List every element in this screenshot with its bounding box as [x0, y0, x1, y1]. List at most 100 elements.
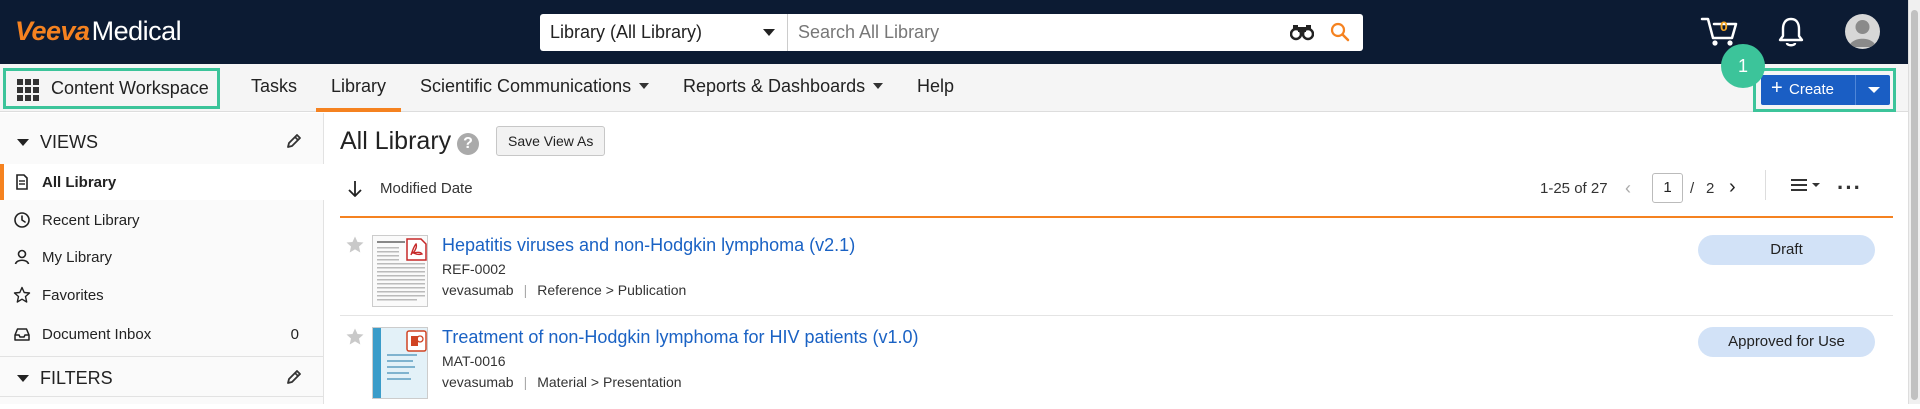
sort-field-label[interactable]: Modified Date — [380, 180, 473, 197]
document-icon — [13, 173, 31, 191]
pencil-icon[interactable] — [285, 132, 303, 155]
filters-header-label: FILTERS — [40, 368, 113, 388]
logo-product: Medical — [91, 16, 182, 46]
list-view-menu-icon[interactable] — [1790, 177, 1826, 200]
save-view-as-button[interactable]: Save View As — [496, 126, 606, 156]
workspace-label: Content Workspace — [51, 78, 209, 98]
page-separator: / — [1690, 180, 1695, 197]
search-scope-select[interactable]: Library (All Library) — [540, 14, 788, 51]
tab-tasks[interactable]: Tasks — [251, 64, 297, 112]
search-scope-label: Library (All Library) — [550, 22, 703, 42]
collapse-triangle-icon — [17, 375, 29, 382]
inbox-count: 0 — [290, 326, 299, 343]
list-top-rule — [340, 216, 1893, 218]
search-input[interactable] — [798, 18, 1278, 47]
tab-label: Help — [917, 76, 955, 96]
chevron-down-icon — [1868, 87, 1880, 93]
document-type: Material > Presentation — [537, 374, 682, 390]
views-sidebar: VIEWS All Library Recent Library My Libr… — [0, 113, 324, 404]
help-question-icon[interactable]: ? — [457, 133, 479, 155]
tab-label: Library — [331, 76, 387, 96]
sidebar-item-recent-library[interactable]: Recent Library — [0, 202, 324, 238]
total-pages: 2 — [1706, 180, 1715, 197]
document-owner: vevasumab — [442, 374, 514, 390]
pdf-thumbnail[interactable] — [372, 235, 428, 307]
tab-library[interactable]: Library — [316, 64, 402, 112]
result-range: 1-25 of 27 — [1540, 180, 1608, 197]
clock-icon — [13, 211, 31, 229]
filters-header[interactable]: FILTERS — [0, 359, 324, 395]
document-number: REF-0002 — [442, 261, 506, 277]
sidebar-item-all-library[interactable]: All Library — [0, 164, 324, 200]
list-item[interactable]: Hepatitis viruses and non-Hodgkin lympho… — [340, 225, 1893, 317]
sidebar-item-label: Favorites — [42, 287, 104, 304]
favorite-star-icon[interactable] — [345, 235, 365, 260]
tab-reports-dashboards[interactable]: Reports & Dashboards — [683, 64, 884, 112]
sidebar-divider — [0, 356, 324, 357]
document-title-link[interactable]: Hepatitis viruses and non-Hodgkin lympho… — [442, 235, 855, 256]
document-meta: vevasumab | Reference > Publication — [442, 282, 686, 298]
cart-count-badge: 0 — [1720, 18, 1728, 34]
chevron-right-icon[interactable]: › — [1729, 176, 1736, 199]
document-meta: vevasumab | Material > Presentation — [442, 374, 682, 390]
document-number: MAT-0016 — [442, 353, 506, 369]
chevron-down-icon — [873, 83, 884, 89]
sidebar-item-label: Document Inbox — [42, 326, 152, 343]
row-divider — [340, 315, 1893, 316]
search-bar: Library (All Library) — [540, 14, 1363, 51]
sort-arrow-down-icon[interactable] — [346, 179, 364, 204]
create-dropdown-button[interactable] — [1855, 75, 1890, 105]
tab-label: Tasks — [251, 76, 298, 96]
page-title: All Library — [340, 127, 452, 155]
inbox-icon — [13, 325, 31, 343]
veeva-medical-logo[interactable]: VeevaMedical — [15, 16, 182, 47]
views-header-label: VIEWS — [40, 132, 99, 152]
callout-badge: 1 — [1721, 44, 1765, 88]
chevron-down-icon — [639, 83, 650, 89]
bell-icon[interactable] — [1776, 16, 1806, 53]
views-header[interactable]: VIEWS — [0, 123, 324, 159]
create-button-highlight: + Create — [1753, 68, 1896, 112]
scrollbar-thumb[interactable] — [1911, 10, 1918, 400]
app-grid-icon — [17, 79, 39, 101]
sidebar-item-label: Recent Library — [42, 212, 140, 229]
sidebar-item-label: My Library — [42, 249, 113, 266]
top-bar: VeevaMedical Library (All Library) Searc… — [0, 0, 1920, 64]
document-type: Reference > Publication — [537, 282, 687, 298]
sidebar-divider — [0, 396, 324, 397]
favorite-star-icon[interactable] — [345, 327, 365, 352]
presentation-thumbnail[interactable] — [372, 327, 428, 399]
document-owner: vevasumab — [442, 282, 514, 298]
tab-scientific-communications[interactable]: Scientific Communications — [420, 64, 650, 112]
status-badge: Draft — [1698, 235, 1875, 265]
sidebar-item-my-library[interactable]: My Library — [0, 239, 324, 275]
sidebar-item-label: All Library — [42, 174, 117, 191]
logo-brand: Veeva — [15, 16, 90, 46]
tab-label: Scientific Communications — [420, 76, 632, 96]
document-title-link[interactable]: Treatment of non-Hodgkin lymphoma for HI… — [442, 327, 919, 348]
tab-label: Reports & Dashboards — [683, 76, 866, 96]
page-scrollbar[interactable] — [1908, 0, 1920, 404]
chevron-left-icon[interactable]: ‹ — [1625, 178, 1631, 199]
star-icon — [13, 286, 31, 304]
meta-separator: | — [523, 374, 528, 390]
collapse-triangle-icon — [17, 139, 29, 146]
binoculars-icon[interactable] — [1289, 23, 1315, 46]
person-icon — [13, 248, 31, 266]
create-button[interactable]: + Create — [1761, 75, 1890, 105]
pencil-icon[interactable] — [285, 368, 303, 391]
search-icon[interactable] — [1330, 22, 1350, 47]
content-workspace-switcher[interactable]: Content Workspace — [3, 68, 220, 109]
create-label: Create — [1789, 81, 1835, 98]
chevron-down-icon — [763, 29, 775, 36]
tab-help[interactable]: Help — [917, 64, 954, 112]
more-actions-icon[interactable]: ··· — [1837, 175, 1862, 201]
sidebar-item-favorites[interactable]: Favorites — [0, 277, 324, 313]
create-main-button[interactable]: + Create — [1761, 75, 1855, 105]
list-item[interactable]: Treatment of non-Hodgkin lymphoma for HI… — [340, 317, 1893, 409]
page-number-input[interactable]: 1 — [1652, 173, 1683, 203]
meta-separator: | — [523, 282, 528, 298]
user-avatar-icon[interactable] — [1845, 14, 1880, 49]
sidebar-item-document-inbox[interactable]: Document Inbox 0 — [0, 316, 324, 352]
plus-icon: + — [1771, 77, 1783, 99]
